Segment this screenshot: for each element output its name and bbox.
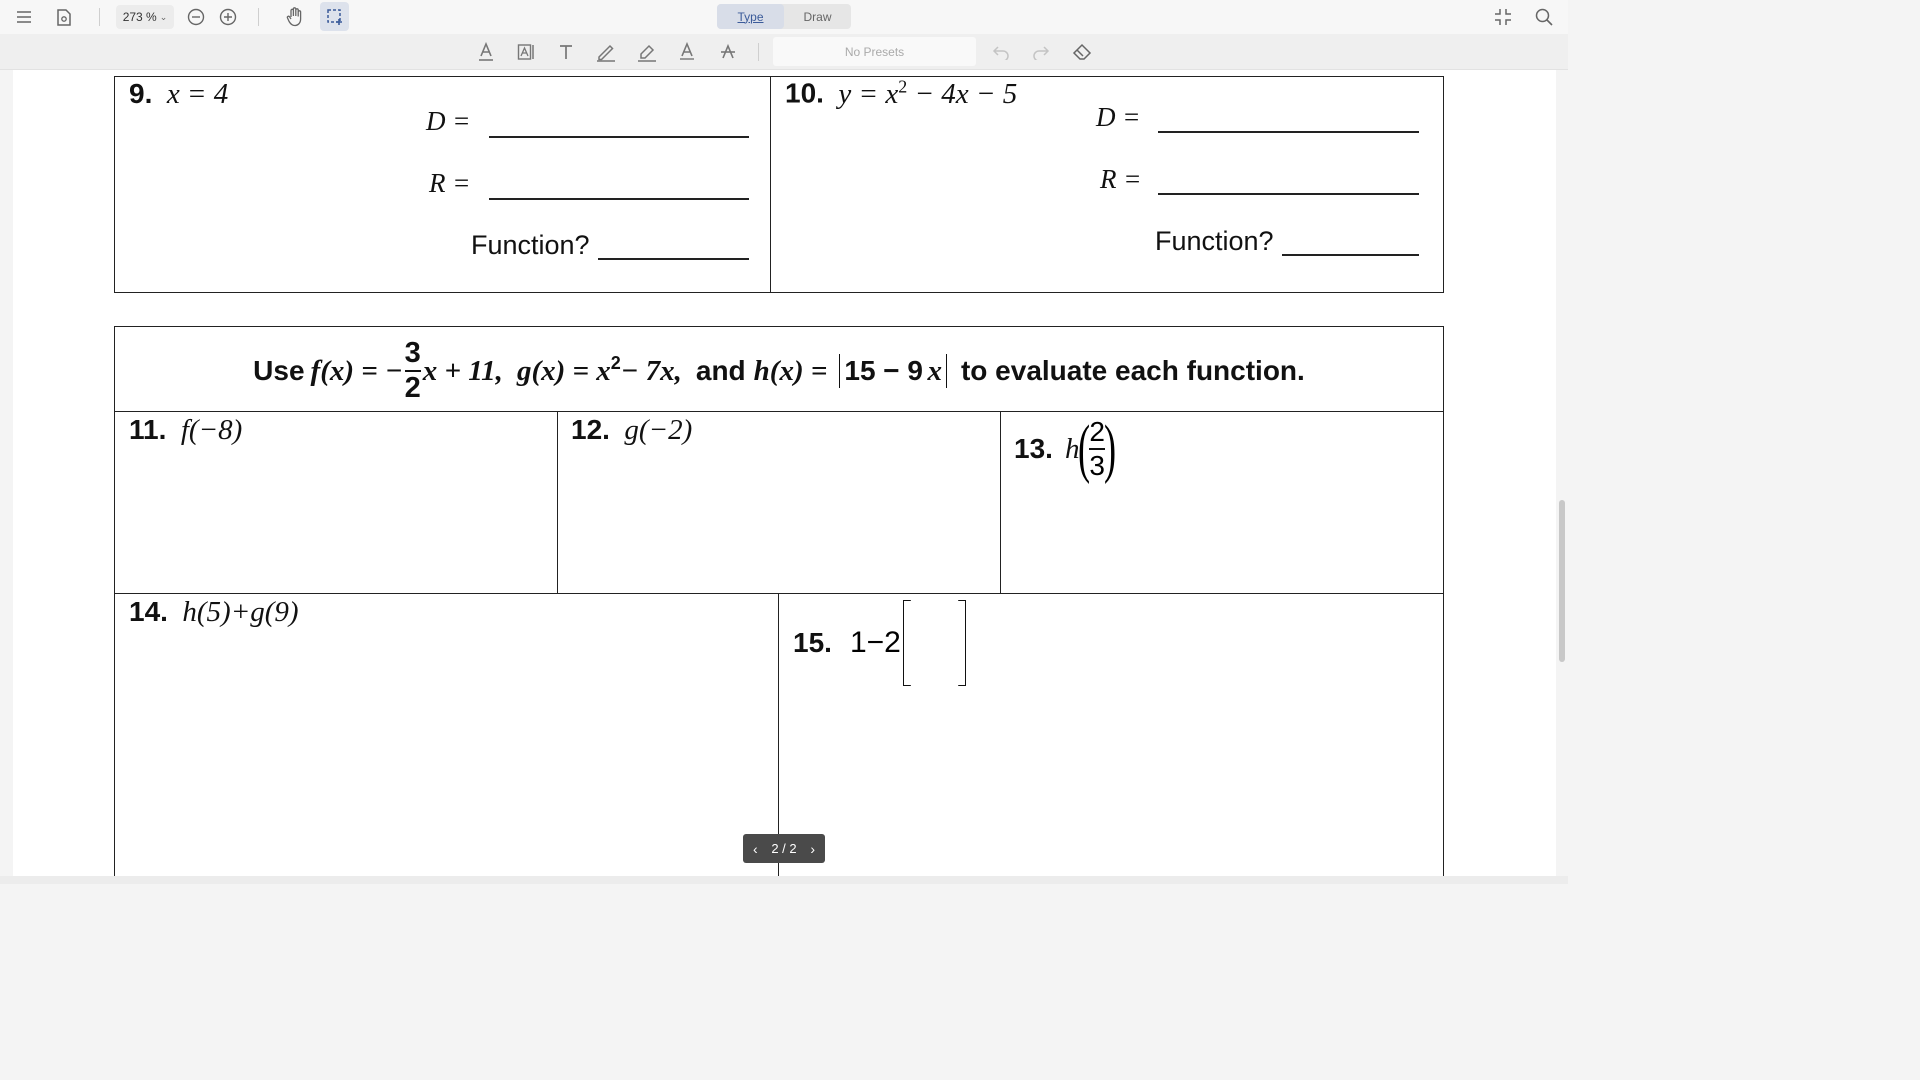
problem-10-label: 10. y = x2 − 4x − 5 [785,76,1017,111]
function-blank[interactable] [598,258,749,260]
page-indicator: 2 / 2 [771,841,797,856]
search-icon[interactable] [1533,6,1555,28]
bottom-strip [0,876,1568,884]
problem-expression: y = x2 − 4x − 5 [838,76,1018,110]
text-tool-icon[interactable] [556,41,576,63]
mode-switch: Type Draw [717,4,851,29]
chevron-right-icon[interactable]: › [810,841,815,857]
eraser-icon[interactable] [1072,41,1092,63]
marquee-select-icon[interactable] [320,2,349,31]
range-label: R = [1100,164,1142,194]
top-toolbar: 273 % ⌄ Type Draw [0,0,1568,34]
domain-label: D = [1096,102,1141,132]
menu-icon[interactable] [14,7,34,27]
undo-icon[interactable] [991,41,1011,63]
zoom-out-icon[interactable] [186,7,206,27]
zoom-in-icon[interactable] [218,7,238,27]
text-color-icon[interactable] [677,41,697,63]
problem-11-label: 11. f(−8) [129,414,243,446]
pen-icon[interactable] [596,41,616,63]
function-label: Function? [1155,226,1274,256]
problem-9-label: 9. x = 4 [129,78,228,111]
strikethrough-icon[interactable] [718,41,738,63]
collapse-icon[interactable] [1492,6,1514,28]
redo-icon[interactable] [1031,41,1051,63]
page-navigator: ‹ 2 / 2 › [743,834,825,863]
text-box-icon[interactable] [516,41,536,63]
problem-12-label: 12. g(−2) [571,414,693,446]
mode-type-tab[interactable]: Type [717,4,784,29]
problem-14-label: 14. h(5)+g(9) [129,596,299,628]
chevron-left-icon[interactable]: ‹ [753,841,758,857]
range-blank[interactable] [489,198,749,200]
domain-blank[interactable] [489,136,749,138]
range-label: R = [429,168,471,198]
vertical-scrollbar[interactable] [1559,500,1565,662]
presets-field[interactable]: No Presets [773,37,976,66]
toolbar-divider [258,8,259,26]
problem-13-label: 13. h ( 23 ) [1014,412,1117,485]
divider [557,411,558,593]
divider [114,411,1444,412]
problem-9-10-box [114,76,1444,293]
divider [1000,411,1001,593]
divider [114,593,1444,594]
function-label: Function? [471,230,590,260]
instruction-text: Use f(x) = − 32 x + 11, g(x) = x 2 − 7x,… [253,337,1305,404]
mode-draw-tab[interactable]: Draw [784,4,851,29]
problem-expression: x = 4 [166,78,229,110]
range-blank[interactable] [1158,193,1419,195]
toolbar-divider [758,43,759,61]
function-blank[interactable] [1282,254,1419,256]
toolbar-divider [99,8,100,26]
document-icon[interactable] [54,7,74,27]
highlighter-icon[interactable] [637,41,657,63]
problem-15-label: 15. 1−2 f ( 89 ) [793,598,966,688]
divider [770,76,771,293]
underline-text-icon[interactable] [476,41,496,63]
problem-number: 9. [129,78,153,109]
chevron-down-icon: ⌄ [159,11,168,22]
domain-blank[interactable] [1158,131,1419,133]
hand-icon[interactable] [284,6,306,28]
problem-number: 10. [785,77,824,109]
zoom-dropdown[interactable]: 273 % ⌄ [116,5,174,29]
domain-label: D = [426,106,471,136]
fraction: 32 [404,337,421,404]
document-page: 9. x = 4 D = R = Function? 10. y = x2 − … [13,70,1556,876]
zoom-level: 273 % [122,10,157,24]
